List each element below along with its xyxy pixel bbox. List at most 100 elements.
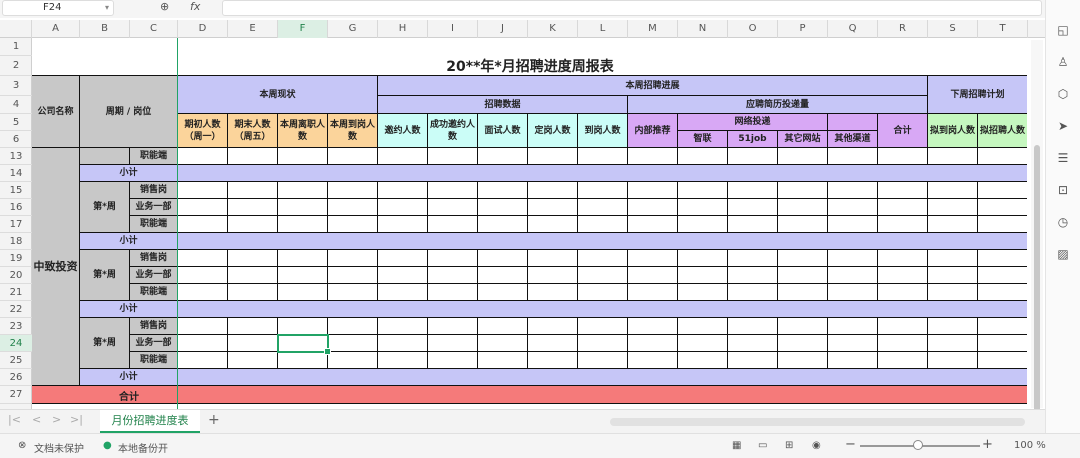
grid-cell[interactable] — [428, 284, 478, 301]
grid-cell[interactable] — [228, 182, 278, 199]
grid-cell[interactable] — [878, 267, 928, 284]
company-header[interactable]: 公司名称 — [32, 76, 80, 148]
grid-cell[interactable] — [628, 250, 678, 267]
grid-cell[interactable] — [528, 335, 578, 352]
zoom-level[interactable]: 100 % — [1014, 440, 1046, 451]
next-week-plan-header[interactable]: 下周招聘计划 — [928, 76, 1027, 114]
grid-cell[interactable] — [728, 199, 778, 216]
position-cell[interactable]: 职能端 — [130, 352, 178, 369]
zoom-formula-icon[interactable]: ⊕ — [160, 0, 169, 13]
grid-cell[interactable] — [278, 148, 328, 165]
grid-cell[interactable] — [478, 284, 528, 301]
week-label[interactable]: 第*周 — [80, 318, 130, 369]
row-header-24[interactable]: 24 — [0, 335, 32, 352]
grid-cell[interactable] — [678, 284, 728, 301]
column-header-N[interactable]: N — [678, 20, 728, 38]
row-header-26[interactable]: 26 — [0, 369, 32, 386]
grid-cell[interactable] — [628, 284, 678, 301]
subtotal-label[interactable]: 小计 — [80, 233, 178, 250]
column-header-H[interactable]: H — [378, 20, 428, 38]
grid-cell[interactable] — [178, 182, 228, 199]
plan-col-header[interactable]: 拟到岗人数 — [928, 114, 978, 148]
online-delivery-header[interactable]: 网络投递 — [678, 114, 828, 131]
grid-cell[interactable] — [178, 216, 228, 233]
grid-cell[interactable] — [428, 182, 478, 199]
week-label[interactable]: 第*周 — [80, 182, 130, 233]
grid-cell[interactable] — [478, 148, 528, 165]
grid-cell[interactable] — [378, 352, 428, 369]
grid-cell[interactable] — [628, 267, 678, 284]
column-header-R[interactable]: R — [878, 20, 928, 38]
company-name-cell[interactable]: 中致投资 — [32, 148, 80, 386]
grid-cell[interactable] — [528, 352, 578, 369]
grid-cell[interactable] — [978, 318, 1027, 335]
name-box[interactable]: F24 ▾ — [2, 0, 114, 16]
position-cell[interactable]: 职能端 — [130, 284, 178, 301]
other-channels-header[interactable]: 其他渠道 — [828, 131, 878, 148]
grid-cell[interactable] — [328, 284, 378, 301]
grid-cell[interactable] — [528, 284, 578, 301]
grid-cell[interactable] — [828, 352, 878, 369]
grid-cell[interactable] — [778, 335, 828, 352]
online-col-header[interactable]: 智联 — [678, 131, 728, 148]
add-sheet-icon[interactable]: + — [208, 412, 220, 428]
week-label[interactable]: 第*周 — [80, 250, 130, 301]
grid-cell[interactable] — [928, 352, 978, 369]
subtotal-row[interactable] — [178, 165, 1027, 182]
grid-cell[interactable] — [978, 284, 1027, 301]
column-header-Q[interactable]: Q — [828, 20, 878, 38]
grid-cell[interactable] — [728, 335, 778, 352]
grid-cell[interactable] — [528, 148, 578, 165]
next-sheet-icon[interactable]: > — [52, 413, 61, 426]
grand-total-label[interactable]: 合计 — [80, 386, 178, 404]
grid-cell[interactable] — [528, 199, 578, 216]
grid-cell[interactable] — [378, 267, 428, 284]
grid-cell[interactable] — [828, 148, 878, 165]
position-cell[interactable]: 销售岗 — [130, 318, 178, 335]
grid-cell[interactable] — [328, 199, 378, 216]
subtotal-label[interactable]: 小计 — [80, 165, 178, 182]
grid-cell[interactable] — [728, 148, 778, 165]
grid-cell[interactable] — [378, 199, 428, 216]
zoom-out-button[interactable]: − — [845, 437, 856, 452]
grid-cell[interactable] — [978, 199, 1027, 216]
backup-status[interactable]: 本地备份开 — [118, 440, 168, 455]
grid-cell[interactable] — [478, 182, 528, 199]
grid-cell[interactable] — [478, 335, 528, 352]
grid-cell[interactable] — [928, 284, 978, 301]
subtotal-row[interactable] — [178, 233, 1027, 250]
grid-cell[interactable] — [678, 199, 728, 216]
column-header-S[interactable]: S — [928, 20, 978, 38]
total-col-header[interactable]: 合计 — [878, 114, 928, 148]
grid-cell[interactable] — [778, 284, 828, 301]
grid-cell[interactable] — [378, 250, 428, 267]
cursor-icon[interactable]: ➤ — [1055, 118, 1071, 134]
row-header-2[interactable]: 2 — [0, 56, 32, 76]
first-sheet-icon[interactable]: |< — [8, 413, 21, 426]
column-header-B[interactable]: B — [80, 20, 130, 38]
grid-cell[interactable] — [928, 148, 978, 165]
grid-cell[interactable] — [578, 318, 628, 335]
grid-cell[interactable] — [978, 335, 1027, 352]
grid-cell[interactable] — [678, 250, 728, 267]
grid-cell[interactable] — [378, 216, 428, 233]
sheet-grid[interactable]: 20**年*月招聘进度周报表 公司名称 周期 / 岗位 本周现状 期初人数（周一） 期末人… — [32, 38, 1027, 409]
normal-view-icon[interactable]: ▦ — [732, 440, 741, 451]
position-cell[interactable]: 业务一部 — [130, 199, 178, 216]
fx-label[interactable]: fx — [190, 0, 200, 13]
sliders-icon[interactable]: ☰ — [1055, 150, 1071, 166]
grid-cell[interactable] — [728, 216, 778, 233]
frame-icon[interactable]: ⊡ — [1055, 182, 1071, 198]
row-header-3[interactable]: 3 — [0, 76, 32, 96]
subtotal-label[interactable]: 小计 — [80, 369, 178, 386]
status-col-header[interactable]: 期初人数（周一） — [178, 114, 228, 148]
internal-referral-header[interactable]: 内部推荐 — [628, 114, 678, 148]
grid-cell[interactable] — [878, 216, 928, 233]
column-header-K[interactable]: K — [528, 20, 578, 38]
column-header-D[interactable]: D — [178, 20, 228, 38]
grid-cell[interactable] — [778, 250, 828, 267]
grid-cell[interactable] — [828, 250, 878, 267]
grid-cell[interactable] — [328, 250, 378, 267]
grid-cell[interactable] — [578, 250, 628, 267]
grid-cell[interactable] — [378, 284, 428, 301]
